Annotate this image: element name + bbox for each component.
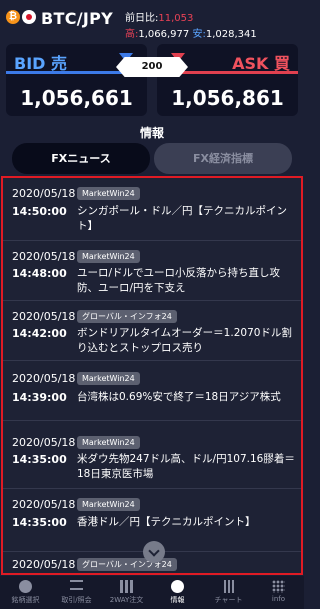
high-low-row: 高:1,066,977 安:1,028,341 — [125, 25, 257, 40]
news-source-badge: MarketWin24 — [77, 372, 140, 385]
news-source-badge: グローバル・インフォ24 — [77, 310, 177, 323]
page-title: 情報 — [139, 126, 164, 140]
nav-label: 2WAY注文 — [109, 596, 144, 604]
japan-flag-icon — [22, 10, 36, 24]
news-time: 14:48:00 — [12, 267, 67, 280]
nav-item-trade[interactable]: 取引/照会 — [51, 576, 102, 609]
nav-item-more[interactable]: info — [253, 576, 304, 609]
bottom-nav: 銘柄選択 取引/照会 2WAY注文 情報 チャート info — [0, 576, 304, 609]
dots-icon — [272, 580, 285, 593]
news-time: 14:42:00 — [12, 327, 67, 340]
change-row: 前日比:11,053 — [125, 9, 193, 24]
news-date: 2020/05/18 — [12, 498, 76, 511]
news-headline: ユーロ/ドルでユーロ小反落から持ち直し攻防、ユーロ/円を下支え — [77, 267, 281, 294]
bid-price: 1,056,661 — [20, 86, 133, 110]
news-headline: 台湾株は0.69%安で終了＝18日アジア株式 — [77, 391, 281, 403]
ask-label: ASK 買 — [232, 54, 290, 73]
bid-panel[interactable]: BID 売 1,056,661 — [6, 44, 147, 116]
news-headline: シンガポール・ドル／円【テクニカルポイント】 — [77, 205, 287, 232]
news-time: 14:35:00 — [12, 453, 67, 466]
news-item[interactable]: 2020/05/18 グローバル・インフォ24 14:42:00 ボンドリアルタ… — [3, 301, 301, 361]
news-date: 2020/05/18 — [12, 558, 76, 571]
change-label: 前日比: — [125, 13, 159, 24]
nav-label: 銘柄選択 — [11, 596, 40, 604]
news-item[interactable]: 2020/05/18 MarketWin24 14:39:00 台湾株は0.69… — [3, 361, 301, 421]
high-value: 1,066,977 — [138, 29, 190, 40]
nav-label: info — [271, 595, 286, 603]
ask-price: 1,056,861 — [171, 86, 284, 110]
news-source-badge: MarketWin24 — [77, 498, 140, 511]
news-list[interactable]: 2020/05/18 MarketWin24 14:50:00 シンガポール・ド… — [1, 176, 303, 575]
nav-label: 情報 — [170, 596, 185, 604]
change-value: 11,053 — [158, 13, 194, 24]
news-date: 2020/05/18 — [12, 436, 76, 449]
nav-item-info[interactable]: 情報 — [152, 576, 203, 609]
grid-icon — [120, 580, 133, 593]
nav-item-symbol[interactable]: 銘柄選択 — [0, 576, 51, 609]
header: BTC/JPY 前日比:11,053 高:1,066,977 安:1,028,3… — [0, 0, 304, 40]
news-source-badge: MarketWin24 — [77, 436, 140, 449]
news-item[interactable]: 2020/05/18 MarketWin24 14:48:00 ユーロ/ドルでユ… — [3, 241, 301, 301]
news-date: 2020/05/18 — [12, 310, 76, 323]
news-time: 14:50:00 — [12, 205, 67, 218]
news-item[interactable]: 2020/05/18 MarketWin24 14:50:00 シンガポール・ド… — [3, 178, 301, 241]
spread-badge: 200 — [116, 57, 188, 77]
news-date: 2020/05/18 — [12, 372, 76, 385]
news-source-badge: MarketWin24 — [77, 187, 140, 200]
news-headline: 香港ドル／円【テクニカルポイント】 — [77, 516, 256, 528]
trade-icon — [70, 580, 83, 590]
nav-item-chart[interactable]: チャート — [203, 576, 254, 609]
news-headline: 米ダウ先物247ドル高、ドル/円107.16膠着＝18日東京医市場 — [77, 453, 295, 480]
news-source-badge: グローバル・インフォ24 — [77, 558, 177, 571]
nav-label: 取引/照会 — [61, 596, 92, 604]
news-source-badge: MarketWin24 — [77, 250, 140, 263]
bid-label: BID 売 — [14, 54, 68, 73]
info-icon — [171, 580, 184, 593]
high-label: 高: — [125, 29, 139, 40]
news-time: 14:39:00 — [12, 391, 67, 404]
news-item[interactable]: 2020/05/18 MarketWin24 14:35:00 米ダウ先物247… — [3, 421, 301, 489]
chart-icon — [222, 580, 235, 593]
currency-pair[interactable]: BTC/JPY — [41, 9, 113, 28]
nav-item-2way[interactable]: 2WAY注文 — [101, 576, 152, 609]
tab-fx-news[interactable]: FXニュース — [12, 143, 150, 174]
bitcoin-icon — [6, 10, 20, 24]
ask-panel[interactable]: ASK 買 1,056,861 — [157, 44, 298, 116]
low-label: 安: — [192, 29, 206, 40]
news-date: 2020/05/18 — [12, 187, 76, 200]
scroll-down-button[interactable] — [143, 541, 165, 563]
news-headline: ボンドリアルタイムオーダー＝1.2070ドル割り込むとストップロス売り — [77, 327, 292, 354]
nav-label: チャート — [214, 596, 243, 604]
coin-icon — [19, 580, 32, 593]
news-time: 14:35:00 — [12, 516, 67, 529]
tab-fx-indicators[interactable]: FX経済指標 — [154, 143, 292, 174]
low-value: 1,028,341 — [205, 29, 257, 40]
news-date: 2020/05/18 — [12, 250, 76, 263]
